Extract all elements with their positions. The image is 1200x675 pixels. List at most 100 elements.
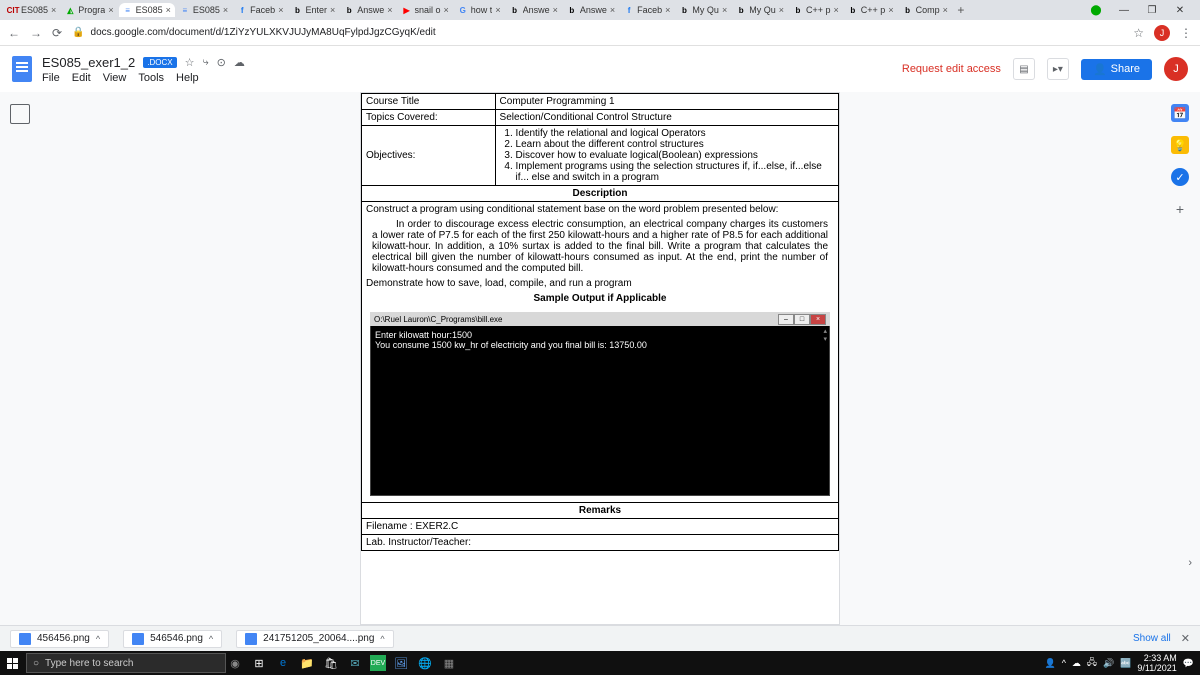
menu-help[interactable]: Help	[176, 72, 199, 84]
chevron-up-icon[interactable]: ^	[96, 634, 100, 644]
downloads-close-icon[interactable]: ✕	[1181, 632, 1190, 645]
language-icon[interactable]: 🔤	[1120, 658, 1131, 669]
addons-plus-icon[interactable]: +	[1171, 200, 1189, 218]
minimize-icon[interactable]: —	[1118, 4, 1130, 16]
browser-tab[interactable]: ◭Progra×	[61, 3, 117, 17]
keep-icon[interactable]: 💡	[1171, 136, 1189, 154]
document-title[interactable]: ES085_exer1_2	[42, 55, 135, 70]
tab-close-icon[interactable]: ×	[223, 5, 228, 15]
browser-tab[interactable]: bAnswe×	[506, 3, 562, 17]
menu-edit[interactable]: Edit	[72, 72, 91, 84]
start-button[interactable]	[0, 651, 24, 675]
app-icon[interactable]: ▦	[440, 654, 458, 672]
network-icon[interactable]: 🖧	[1087, 655, 1097, 671]
share-button[interactable]: 👤Share	[1081, 59, 1152, 80]
browser-tab[interactable]: CITES085×	[4, 3, 60, 17]
file-icon	[132, 633, 144, 645]
tab-close-icon[interactable]: ×	[166, 5, 171, 15]
close-icon[interactable]: ✕	[1174, 4, 1186, 16]
tab-close-icon[interactable]: ×	[387, 5, 392, 15]
chevron-up-icon[interactable]: ^	[209, 634, 213, 644]
browser-tab[interactable]: ▶snail o×	[398, 3, 453, 17]
browser-tab[interactable]: bMy Qu×	[675, 3, 731, 17]
tab-close-icon[interactable]: ×	[943, 5, 948, 15]
download-item[interactable]: 456456.png^	[10, 630, 109, 648]
new-tab-button[interactable]: +	[953, 3, 969, 17]
address-bar: ← → ⟳ 🔒 docs.google.com/document/d/1ZiYz…	[0, 20, 1200, 46]
browser-tab[interactable]: bC++ p×	[789, 3, 843, 17]
tab-close-icon[interactable]: ×	[665, 5, 670, 15]
cortana-icon[interactable]: ◉	[226, 654, 244, 672]
mail-icon[interactable]: ✉	[346, 654, 364, 672]
update-icon[interactable]: ⬤	[1090, 4, 1102, 16]
url-field[interactable]: 🔒 docs.google.com/document/d/1ZiYzYULXKV…	[72, 27, 1123, 38]
browser-tab[interactable]: ≡ES085×	[176, 3, 232, 17]
search-placeholder: Type here to search	[45, 658, 133, 669]
chevron-up-icon[interactable]: ^	[380, 634, 384, 644]
tab-close-icon[interactable]: ×	[834, 5, 839, 15]
reload-button[interactable]: ⟳	[52, 26, 62, 40]
explorer-icon[interactable]: 📁	[298, 654, 316, 672]
browser-tab[interactable]: bComp×	[899, 3, 952, 17]
browser-tab[interactable]: bAnswe×	[563, 3, 619, 17]
tab-close-icon[interactable]: ×	[722, 5, 727, 15]
notifications-icon[interactable]: 💬	[1183, 658, 1194, 669]
browser-tab[interactable]: bMy Qu×	[732, 3, 788, 17]
browser-tab[interactable]: fFaceb×	[233, 3, 287, 17]
browser-tab-strip: CITES085×◭Progra×≡ES085×≡ES085×fFaceb×bE…	[0, 0, 1200, 20]
history-icon[interactable]: ⊙	[217, 56, 226, 69]
outline-icon[interactable]	[10, 104, 30, 124]
calendar-icon[interactable]: 📅	[1171, 104, 1189, 122]
show-all-button[interactable]: Show all	[1133, 633, 1171, 644]
browser-tab[interactable]: ≡ES085×	[119, 3, 175, 17]
menu-view[interactable]: View	[103, 72, 127, 84]
volume-icon[interactable]: 🔊	[1103, 658, 1114, 669]
account-avatar[interactable]: J	[1164, 57, 1188, 81]
restore-icon[interactable]: ❐	[1146, 4, 1158, 16]
bookmark-icon[interactable]: ☆	[1133, 26, 1144, 40]
menu-tools[interactable]: Tools	[138, 72, 164, 84]
tab-close-icon[interactable]: ×	[610, 5, 615, 15]
profile-icon[interactable]: J	[1154, 25, 1170, 41]
tab-close-icon[interactable]: ×	[330, 5, 335, 15]
edge-icon[interactable]: e	[274, 654, 292, 672]
move-icon[interactable]: ⤷	[202, 56, 208, 69]
menu-file[interactable]: File	[42, 72, 60, 84]
tab-close-icon[interactable]: ×	[495, 5, 500, 15]
download-item[interactable]: 546546.png^	[123, 630, 222, 648]
browser-tab[interactable]: bEnter×	[288, 3, 339, 17]
mode-button[interactable]: ▤	[1013, 58, 1035, 80]
tab-close-icon[interactable]: ×	[888, 5, 893, 15]
clock[interactable]: 2:33 AM 9/11/2021	[1137, 653, 1176, 673]
tab-close-icon[interactable]: ×	[553, 5, 558, 15]
menu-icon[interactable]: ⋮	[1180, 26, 1192, 40]
star-icon[interactable]: ☆	[185, 56, 195, 69]
tab-close-icon[interactable]: ×	[779, 5, 784, 15]
tab-close-icon[interactable]: ×	[108, 5, 113, 15]
people-icon[interactable]: 👤	[1044, 658, 1055, 669]
forward-button[interactable]: →	[30, 26, 42, 40]
tab-close-icon[interactable]: ×	[278, 5, 283, 15]
browser-tab[interactable]: fFaceb×	[620, 3, 674, 17]
browser-tab[interactable]: bC++ p×	[844, 3, 898, 17]
download-item[interactable]: 241751205_20064....png^	[236, 630, 393, 648]
onedrive-icon[interactable]: ☁	[1072, 658, 1081, 669]
docs-logo-icon[interactable]	[12, 56, 32, 82]
chrome-icon[interactable]: 🌐	[416, 654, 434, 672]
photos-icon[interactable]: 🖼	[392, 654, 410, 672]
tray-chevron-icon[interactable]: ^	[1062, 658, 1066, 668]
browser-tab[interactable]: Ghow t×	[454, 3, 505, 17]
tab-close-icon[interactable]: ×	[444, 5, 449, 15]
store-icon[interactable]: 🛍	[322, 654, 340, 672]
taskview-icon[interactable]: ⊞	[250, 654, 268, 672]
tasks-icon[interactable]: ✓	[1171, 168, 1189, 186]
tab-close-icon[interactable]: ×	[51, 5, 56, 15]
present-button[interactable]: ▸▾	[1047, 58, 1069, 80]
devcpp-icon[interactable]: DEV	[370, 655, 386, 671]
collapse-rail-icon[interactable]: ›	[1188, 557, 1192, 569]
taskbar-search[interactable]: ○ Type here to search	[26, 653, 226, 673]
request-edit-button[interactable]: Request edit access	[902, 63, 1001, 75]
browser-tab[interactable]: bAnswe×	[340, 3, 396, 17]
cloud-icon[interactable]: ☁	[234, 56, 245, 69]
back-button[interactable]: ←	[8, 26, 20, 40]
